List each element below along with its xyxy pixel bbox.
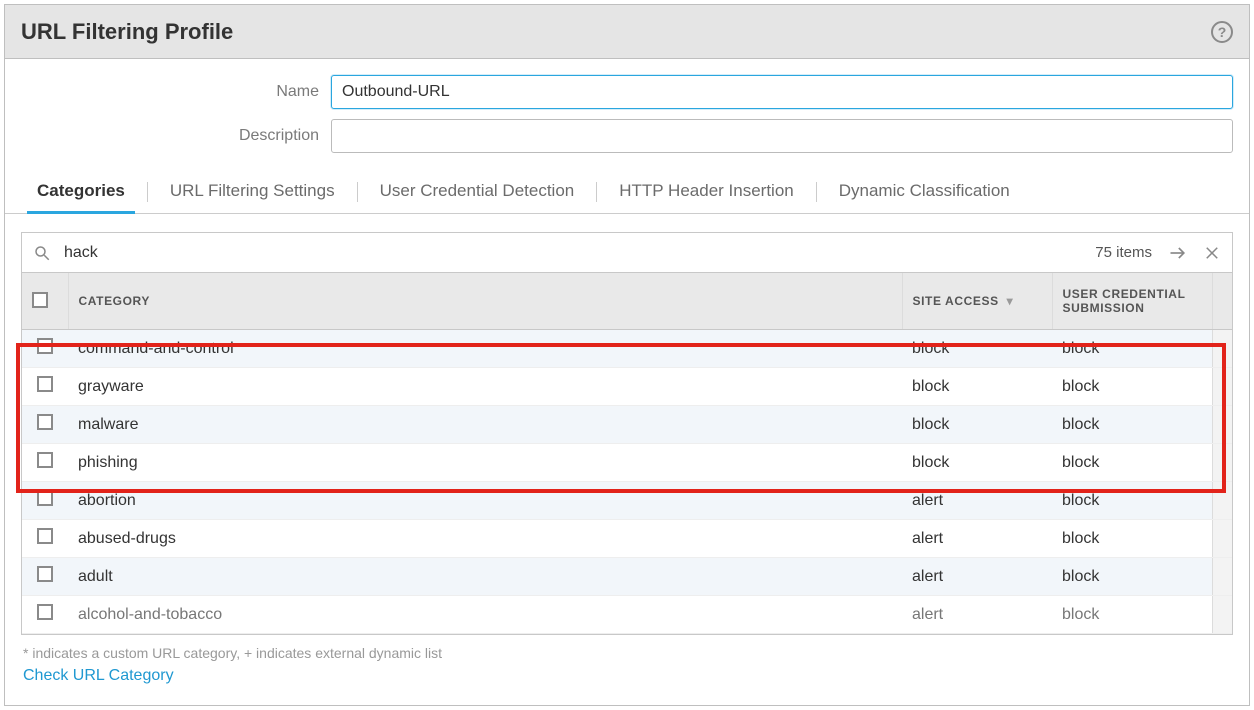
- category-table-container: 75 items CATEGORY SITE ACCESS: [21, 232, 1233, 635]
- user-credential-header-label: USER CREDENTIAL SUBMISSION: [1063, 287, 1186, 315]
- row-checkbox[interactable]: [37, 376, 53, 392]
- row-checkbox-cell: [22, 406, 68, 444]
- row-checkbox[interactable]: [37, 338, 53, 354]
- tab-dynamic-classification[interactable]: Dynamic Classification: [823, 171, 1026, 213]
- category-cell: alcohol-and-tobacco: [68, 596, 902, 634]
- description-label: Description: [21, 127, 331, 145]
- tab-separator: [147, 182, 148, 202]
- row-checkbox[interactable]: [37, 452, 53, 468]
- scrollbar-cell[interactable]: [1212, 406, 1232, 444]
- description-row: Description: [21, 119, 1233, 153]
- scrollbar-cell[interactable]: [1212, 330, 1232, 368]
- url-filtering-profile-dialog: URL Filtering Profile ? Name Description…: [4, 4, 1250, 706]
- tab-categories[interactable]: Categories: [21, 171, 141, 213]
- user-credential-cell[interactable]: block: [1052, 482, 1212, 520]
- table-row[interactable]: abortionalertblock: [22, 482, 1232, 520]
- tabs: Categories URL Filtering Settings User C…: [5, 171, 1249, 214]
- name-label: Name: [21, 83, 331, 101]
- name-input[interactable]: [331, 75, 1233, 109]
- site-access-cell[interactable]: block: [902, 444, 1052, 482]
- site-access-header[interactable]: SITE ACCESS ▾: [902, 273, 1052, 330]
- table-row[interactable]: abused-drugsalertblock: [22, 520, 1232, 558]
- select-all-header: [22, 273, 68, 330]
- category-cell: abused-drugs: [68, 520, 902, 558]
- category-cell: grayware: [68, 368, 902, 406]
- row-checkbox[interactable]: [37, 490, 53, 506]
- row-checkbox-cell: [22, 368, 68, 406]
- category-cell: abortion: [68, 482, 902, 520]
- table-row[interactable]: phishingblockblock: [22, 444, 1232, 482]
- scrollbar-cell[interactable]: [1212, 558, 1232, 596]
- scrollbar-cell[interactable]: [1212, 482, 1232, 520]
- help-icon[interactable]: ?: [1211, 21, 1233, 43]
- category-header-label: CATEGORY: [79, 294, 150, 308]
- row-checkbox-cell: [22, 444, 68, 482]
- site-access-cell[interactable]: alert: [902, 558, 1052, 596]
- items-count: 75 items: [1089, 244, 1158, 261]
- scrollbar-cell[interactable]: [1212, 368, 1232, 406]
- footnote: * indicates a custom URL category, + ind…: [5, 639, 1249, 663]
- tab-url-filtering-settings[interactable]: URL Filtering Settings: [154, 171, 351, 213]
- row-checkbox-cell: [22, 330, 68, 368]
- tab-separator: [357, 182, 358, 202]
- user-credential-cell[interactable]: block: [1052, 368, 1212, 406]
- site-access-cell[interactable]: block: [902, 406, 1052, 444]
- clear-search-icon[interactable]: [1198, 239, 1226, 267]
- category-cell: phishing: [68, 444, 902, 482]
- scrollbar-cell[interactable]: [1212, 520, 1232, 558]
- chevron-down-icon: ▾: [1007, 294, 1014, 308]
- row-checkbox[interactable]: [37, 566, 53, 582]
- row-checkbox-cell: [22, 482, 68, 520]
- category-cell: malware: [68, 406, 902, 444]
- row-checkbox-cell: [22, 596, 68, 634]
- table-row[interactable]: graywareblockblock: [22, 368, 1232, 406]
- scrollbar-cell[interactable]: [1212, 444, 1232, 482]
- user-credential-cell[interactable]: block: [1052, 406, 1212, 444]
- site-access-cell[interactable]: alert: [902, 520, 1052, 558]
- table-header-row: CATEGORY SITE ACCESS ▾ USER CREDENTIAL S…: [22, 273, 1232, 330]
- tab-separator: [816, 182, 817, 202]
- site-access-header-label: SITE ACCESS: [913, 294, 999, 308]
- name-row: Name: [21, 75, 1233, 109]
- dialog-title: URL Filtering Profile: [21, 19, 233, 45]
- tab-separator: [596, 182, 597, 202]
- apply-search-icon[interactable]: [1164, 239, 1192, 267]
- table-row[interactable]: command-and-controlblockblock: [22, 330, 1232, 368]
- user-credential-cell[interactable]: block: [1052, 520, 1212, 558]
- table-row[interactable]: alcohol-and-tobaccoalertblock: [22, 596, 1232, 634]
- scrollbar-cell[interactable]: [1212, 596, 1232, 634]
- row-checkbox[interactable]: [37, 604, 53, 620]
- check-url-category-link[interactable]: Check URL Category: [5, 663, 1249, 705]
- tab-http-header-insertion[interactable]: HTTP Header Insertion: [603, 171, 809, 213]
- description-input[interactable]: [331, 119, 1233, 153]
- row-checkbox-cell: [22, 520, 68, 558]
- category-cell: adult: [68, 558, 902, 596]
- scrollbar-header: [1212, 273, 1232, 330]
- site-access-cell[interactable]: alert: [902, 482, 1052, 520]
- category-header[interactable]: CATEGORY: [68, 273, 902, 330]
- row-checkbox[interactable]: [37, 414, 53, 430]
- select-all-checkbox[interactable]: [32, 292, 48, 308]
- table-row[interactable]: malwareblockblock: [22, 406, 1232, 444]
- search-input[interactable]: [58, 240, 1083, 266]
- search-icon: [32, 243, 52, 263]
- row-checkbox[interactable]: [37, 528, 53, 544]
- category-cell: command-and-control: [68, 330, 902, 368]
- form-area: Name Description: [5, 59, 1249, 171]
- category-table: CATEGORY SITE ACCESS ▾ USER CREDENTIAL S…: [22, 273, 1232, 634]
- user-credential-cell[interactable]: block: [1052, 558, 1212, 596]
- site-access-cell[interactable]: block: [902, 330, 1052, 368]
- user-credential-cell[interactable]: block: [1052, 596, 1212, 634]
- site-access-cell[interactable]: block: [902, 368, 1052, 406]
- site-access-cell[interactable]: alert: [902, 596, 1052, 634]
- table-row[interactable]: adultalertblock: [22, 558, 1232, 596]
- user-credential-cell[interactable]: block: [1052, 330, 1212, 368]
- user-credential-cell[interactable]: block: [1052, 444, 1212, 482]
- search-row: 75 items: [22, 233, 1232, 273]
- tab-user-credential-detection[interactable]: User Credential Detection: [364, 171, 591, 213]
- dialog-header: URL Filtering Profile ?: [5, 5, 1249, 59]
- row-checkbox-cell: [22, 558, 68, 596]
- user-credential-header[interactable]: USER CREDENTIAL SUBMISSION: [1052, 273, 1212, 330]
